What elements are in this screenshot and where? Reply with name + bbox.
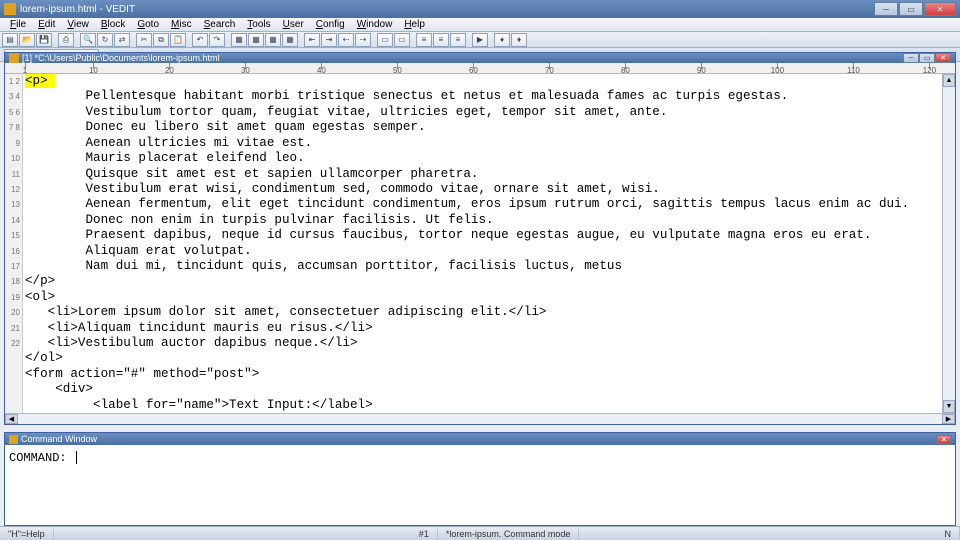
redo-icon[interactable]: ↷ [209, 33, 225, 47]
open-file-icon[interactable]: 📂 [19, 33, 35, 47]
menu-file[interactable]: File [4, 19, 32, 30]
indent-left-icon[interactable]: ⇤ [304, 33, 320, 47]
minimize-button[interactable]: ─ [874, 2, 898, 16]
window-buttons: ─ ▭ ✕ [874, 2, 956, 16]
scroll-up-icon[interactable]: ▲ [943, 74, 955, 87]
print-icon[interactable]: ⎙ [58, 33, 74, 47]
menu-tools[interactable]: Tools [241, 19, 276, 30]
outdent-icon[interactable]: ⇠ [338, 33, 354, 47]
scroll-down-icon[interactable]: ▼ [943, 400, 955, 413]
save-file-icon[interactable]: 💾 [36, 33, 52, 47]
app-icon [4, 3, 16, 15]
menu-goto[interactable]: Goto [131, 19, 165, 30]
window-title: lorem-ipsum.html - VEDIT [20, 4, 874, 15]
tool-3-icon[interactable]: ▦ [265, 33, 281, 47]
scroll-left-icon[interactable]: ◀ [5, 414, 18, 424]
view-1-icon[interactable]: ≡ [416, 33, 432, 47]
status-buffer: #1 [411, 527, 438, 540]
titlebar: lorem-ipsum.html - VEDIT ─ ▭ ✕ [0, 0, 960, 18]
tool-2-icon[interactable]: ▦ [248, 33, 264, 47]
menubar: FileEditViewBlockGotoMiscSearchToolsUser… [0, 18, 960, 32]
hscroll-track[interactable] [18, 414, 942, 424]
copy-icon[interactable]: ⧉ [153, 33, 169, 47]
command-body[interactable]: COMMAND: [5, 445, 955, 525]
command-title: Command Window [21, 434, 937, 444]
editor-title: [1] *C:\Users\Public\Documents\lorem-ips… [22, 53, 903, 63]
scroll-right-icon[interactable]: ▶ [942, 414, 955, 424]
editor-minimize-button[interactable]: ─ [903, 53, 919, 63]
cursor-icon [76, 451, 77, 464]
menu-misc[interactable]: Misc [165, 19, 198, 30]
status-help: "H"=Help [0, 527, 54, 540]
scroll-track[interactable] [943, 87, 955, 400]
undo-icon[interactable]: ↶ [192, 33, 208, 47]
statusbar: "H"=Help #1 *lorem-ipsum. Command mode N [0, 526, 960, 540]
maximize-button[interactable]: ▭ [899, 2, 923, 16]
menu-user[interactable]: User [277, 19, 310, 30]
indent-right-icon[interactable]: ⇥ [321, 33, 337, 47]
search-next-icon[interactable]: ↻ [97, 33, 113, 47]
replace-icon[interactable]: ⇄ [114, 33, 130, 47]
new-file-icon[interactable]: ▤ [2, 33, 18, 47]
line-gutter: 1 2 3 4 5 6 7 8 9 10 11 12 13 14 15 16 1… [5, 74, 23, 413]
menu-window[interactable]: Window [351, 19, 399, 30]
menu-view[interactable]: View [61, 19, 95, 30]
run-icon[interactable]: ▶ [472, 33, 488, 47]
cut-icon[interactable]: ✂ [136, 33, 152, 47]
menu-search[interactable]: Search [198, 19, 242, 30]
command-window: Command Window ✕ COMMAND: [4, 432, 956, 526]
paste-icon[interactable]: 📋 [170, 33, 186, 47]
editor-window: [1] *C:\Users\Public\Documents\lorem-ips… [4, 52, 956, 425]
editor-titlebar: [1] *C:\Users\Public\Documents\lorem-ips… [5, 53, 955, 63]
view-2-icon[interactable]: ≡ [433, 33, 449, 47]
horizontal-scrollbar[interactable]: ◀ ▶ [5, 413, 955, 424]
editor-close-button[interactable]: ✕ [935, 53, 951, 63]
menu-config[interactable]: Config [310, 19, 351, 30]
status-right: N [937, 527, 960, 540]
command-close-button[interactable]: ✕ [937, 435, 951, 444]
block-1-icon[interactable]: ▭ [377, 33, 393, 47]
block-2-icon[interactable]: ▭ [394, 33, 410, 47]
search-icon[interactable]: 🔍 [80, 33, 96, 47]
menu-block[interactable]: Block [95, 19, 131, 30]
editor-area[interactable]: 1 2 3 4 5 6 7 8 9 10 11 12 13 14 15 16 1… [5, 74, 942, 413]
ruler: 1102030405060708090100110120130 [5, 63, 955, 74]
macro-2-icon[interactable]: ♦ [511, 33, 527, 47]
menu-edit[interactable]: Edit [32, 19, 61, 30]
menu-help[interactable]: Help [398, 19, 431, 30]
status-file: *lorem-ipsum. Command mode [438, 527, 580, 540]
command-prompt: COMMAND: [9, 451, 74, 465]
vertical-scrollbar[interactable]: ▲ ▼ [942, 74, 955, 413]
editor-maximize-button[interactable]: ▭ [919, 53, 935, 63]
tool-1-icon[interactable]: ▦ [231, 33, 247, 47]
doc-icon [9, 53, 19, 63]
command-titlebar: Command Window ✕ [5, 433, 955, 445]
toolbar: ▤ 📂 💾 ⎙ 🔍 ↻ ⇄ ✂ ⧉ 📋 ↶ ↷ ▦ ▦ ▦ ▦ ⇤ ⇥ ⇠ ⇢ … [0, 32, 960, 48]
close-button[interactable]: ✕ [924, 2, 956, 16]
indent-icon[interactable]: ⇢ [355, 33, 371, 47]
view-3-icon[interactable]: ≡ [450, 33, 466, 47]
tool-4-icon[interactable]: ▦ [282, 33, 298, 47]
cmd-icon [9, 435, 18, 444]
macro-1-icon[interactable]: ♦ [494, 33, 510, 47]
code-content[interactable]: <p> Pellentesque habitant morbi tristiqu… [23, 74, 942, 413]
